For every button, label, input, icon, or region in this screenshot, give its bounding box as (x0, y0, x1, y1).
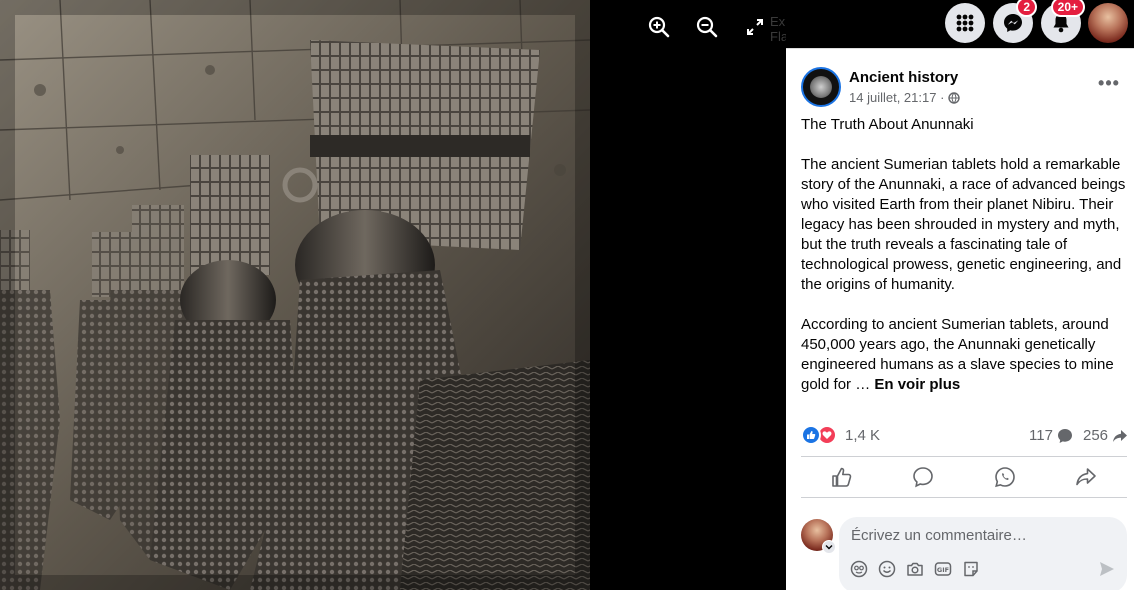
post-timestamp[interactable]: 14 juillet, 21:17 · (849, 90, 944, 105)
comment-button[interactable] (893, 460, 953, 494)
photo-viewer-page: Explora Flammarion 2 (0, 0, 1134, 590)
top-header: 2 20+ (786, 0, 1134, 48)
reactions-bar: 1,4 K 117 256 (801, 425, 1128, 449)
ghost-search-text: Explora Flammarion (770, 14, 786, 44)
messenger-badge: 2 (1016, 0, 1037, 17)
post-paragraph-2: According to ancient Sumerian tablets, a… (801, 315, 1126, 395)
comment-bubble-icon (1057, 428, 1072, 443)
send-icon[interactable] (1097, 559, 1117, 579)
whatsapp-share-button[interactable] (975, 460, 1035, 494)
comment-box: GIF (839, 517, 1127, 590)
comment-input[interactable] (851, 525, 1111, 545)
notifications-badge: 20+ (1050, 0, 1085, 17)
messenger-icon (1004, 14, 1022, 32)
see-more-link[interactable]: En voir plus (874, 376, 960, 393)
sticker-icon[interactable] (961, 559, 981, 579)
post-panel: Ancient history 14 juillet, 21:17 · ••• … (786, 48, 1134, 590)
comments-count-value: 117 (1029, 427, 1053, 444)
shares-count-value: 256 (1083, 427, 1109, 444)
avatar-sticker-icon[interactable] (849, 559, 869, 579)
messenger-button[interactable]: 2 (993, 0, 1037, 43)
post-meta: 14 juillet, 21:17 · (849, 90, 961, 105)
zoom-in-icon[interactable] (646, 14, 672, 40)
comment-tools: GIF (849, 559, 981, 579)
notifications-button[interactable]: 20+ (1041, 0, 1085, 43)
whatsapp-icon (994, 467, 1015, 488)
post-options-button[interactable]: ••• (1095, 69, 1123, 97)
like-reaction-icon (801, 425, 821, 445)
post-header: Ancient history 14 juillet, 21:17 · ••• (801, 65, 1121, 109)
page-name-link[interactable]: Ancient history (849, 69, 958, 86)
shares-count[interactable]: 256 (1083, 427, 1128, 444)
post-paragraph-1: The ancient Sumerian tablets hold a rema… (801, 156, 1126, 293)
post-photo[interactable] (0, 0, 590, 590)
post-body: The Truth About Anunnaki The ancient Sum… (801, 115, 1126, 415)
post-title: The Truth About Anunnaki (801, 116, 974, 133)
menu-grid-button[interactable] (945, 3, 985, 43)
globe-icon (948, 91, 961, 104)
like-button[interactable] (812, 460, 872, 494)
share-icon (1076, 468, 1097, 486)
comment-icon (913, 467, 934, 488)
zoom-out-icon[interactable] (694, 14, 720, 40)
share-button[interactable] (1056, 460, 1116, 494)
photo-viewer: Explora Flammarion (0, 0, 786, 590)
post-actions (801, 456, 1127, 498)
camera-icon[interactable] (905, 559, 925, 579)
page-avatar[interactable] (801, 67, 841, 107)
chevron-down-icon (822, 540, 836, 554)
share-arrow-icon (1113, 429, 1128, 442)
svg-text:GIF: GIF (937, 566, 949, 574)
comment-composer: GIF (801, 517, 1131, 590)
account-avatar[interactable] (1088, 3, 1128, 43)
emoji-icon[interactable] (877, 559, 897, 579)
reactions-count[interactable]: 1,4 K (845, 427, 880, 444)
viewer-toolbar (646, 14, 768, 40)
fullscreen-icon[interactable] (742, 14, 768, 40)
thumbs-up-icon (831, 467, 852, 487)
sumerian-relief-illustration (0, 0, 590, 590)
grid-icon (956, 14, 974, 32)
my-avatar[interactable] (801, 519, 836, 554)
gif-icon[interactable]: GIF (933, 559, 953, 579)
comments-count[interactable]: 117 (1029, 427, 1073, 444)
reaction-icons[interactable] (801, 425, 837, 445)
